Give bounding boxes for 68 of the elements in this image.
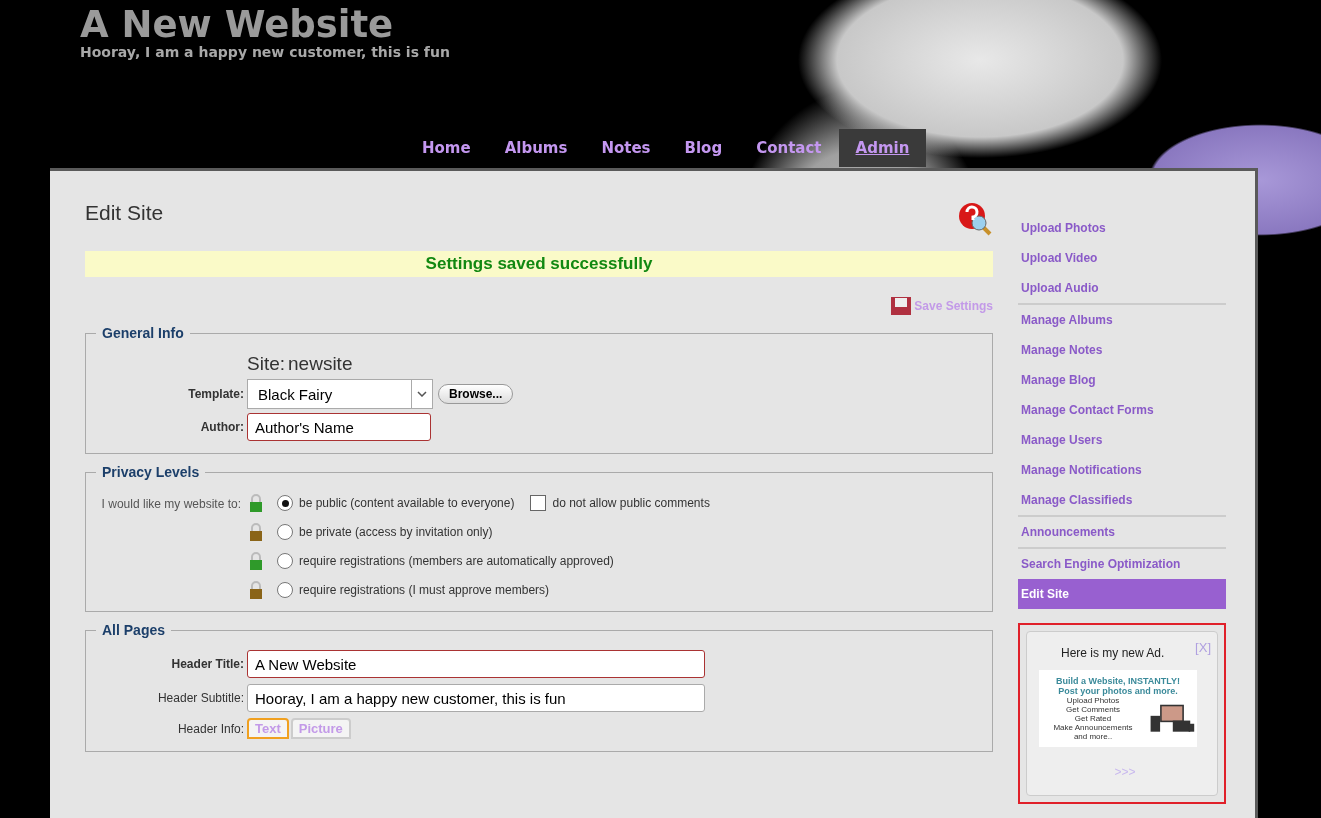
banner-text: Upload Photos <box>1066 696 1120 705</box>
field-label: Header Title: <box>170 657 244 671</box>
ad-banner[interactable]: Build a Website, INSTANTLY! Post your photos and more. Upload Photos Get Comments Get Rated Make Announcements and more.. <box>1039 670 1197 747</box>
template-dropdown[interactable]: Black Fairy <box>247 379 433 409</box>
sidebar-link[interactable]: Manage Notifications <box>1018 455 1226 485</box>
sidebar-link[interactable]: Manage Contact Forms <box>1018 395 1226 425</box>
sidebar-link[interactable]: Manage Notes <box>1018 335 1226 365</box>
field-label: Header Info: <box>176 721 244 736</box>
padlock-icon <box>249 523 263 541</box>
radio-button[interactable] <box>277 524 293 540</box>
sidebar-link[interactable]: Announcements <box>1018 517 1226 547</box>
sidebar-link[interactable]: Search Engine Optimization <box>1018 549 1226 579</box>
nav-link[interactable]: Albums <box>487 129 585 167</box>
radio-button[interactable] <box>277 495 293 511</box>
sidebar-link[interactable]: Upload Video <box>1018 243 1226 273</box>
site-subtitle: Hooray, I am a happy new customer, this is fun <box>80 44 451 60</box>
option-label: be public (content available to everyone) <box>299 496 515 510</box>
banner-text: Get Comments <box>1066 705 1120 714</box>
success-message: Settings saved successfully <box>85 251 993 277</box>
nav-link[interactable]: Contact <box>739 129 839 167</box>
section-title: All Pages <box>101 622 167 638</box>
ad-close-link[interactable]: [X] <box>1195 640 1211 660</box>
banner-text: and more.. <box>1073 732 1113 741</box>
site-name: newsite <box>288 353 353 375</box>
nav-link[interactable]: Notes <box>584 129 668 167</box>
sidebar-link[interactable]: Upload Photos <box>1018 213 1226 243</box>
sidebar-link[interactable]: Upload Audio <box>1018 273 1226 303</box>
header-info-tab[interactable]: Text <box>247 718 289 739</box>
option-label: require registrations (I must approve members) <box>299 583 550 597</box>
checkbox-label: do not allow public comments <box>552 496 710 510</box>
section-title: General Info <box>101 325 185 341</box>
checkbox[interactable] <box>530 495 547 511</box>
field-label: Header Subtitle: <box>156 691 244 705</box>
sidebar-link[interactable]: Manage Blog <box>1018 365 1226 395</box>
padlock-icon <box>249 494 263 512</box>
section-title: Privacy Levels <box>101 464 201 480</box>
header-subtitle-field[interactable]: Hooray, I am a happy new customer, this is fun <box>247 684 705 712</box>
banner-text: Make Announcements <box>1053 723 1133 732</box>
padlock-icon <box>249 581 263 599</box>
ad-title: Here is my new Ad. <box>1061 646 1165 660</box>
devices-drawing <box>1149 702 1195 735</box>
header-info-tab[interactable]: Picture <box>290 718 351 739</box>
sidebar-link[interactable]: Manage Users <box>1018 425 1226 455</box>
author-field[interactable]: Author's Name <box>247 413 431 441</box>
radio-button[interactable] <box>277 553 293 569</box>
field-label: Author: <box>199 420 244 434</box>
site-label: Site: <box>247 353 286 375</box>
sidebar-link[interactable]: Manage Classifieds <box>1018 485 1226 515</box>
sidebar-link[interactable]: Manage Albums <box>1018 305 1226 335</box>
field-label: Template: <box>187 387 244 401</box>
site-title: A New Website <box>80 6 395 44</box>
privacy-prompt: I would like my website to: <box>100 496 241 513</box>
nav-link[interactable]: Blog <box>667 129 740 167</box>
help-icon[interactable] <box>957 201 993 237</box>
nav-link[interactable]: Home <box>405 129 488 167</box>
nav-link[interactable]: Admin <box>838 129 927 167</box>
sidebar-link[interactable]: Edit Site <box>1018 579 1226 609</box>
option-label: require registrations (members are automatically approved) <box>299 554 614 568</box>
banner-subline: Post your photos and more. <box>1058 686 1178 696</box>
chevron-down-icon <box>417 391 427 397</box>
page-title: Edit Site <box>85 201 164 225</box>
option-label: be private (access by invitation only) <box>299 525 493 539</box>
browse-button[interactable]: Browse... <box>438 384 514 404</box>
banner-text: Get Rated <box>1074 714 1112 723</box>
header-title-field[interactable]: A New Website <box>247 650 705 678</box>
padlock-icon <box>249 552 263 570</box>
radio-button[interactable] <box>277 582 293 598</box>
banner-headline: Build a Website, INSTANTLY! <box>1056 676 1180 686</box>
